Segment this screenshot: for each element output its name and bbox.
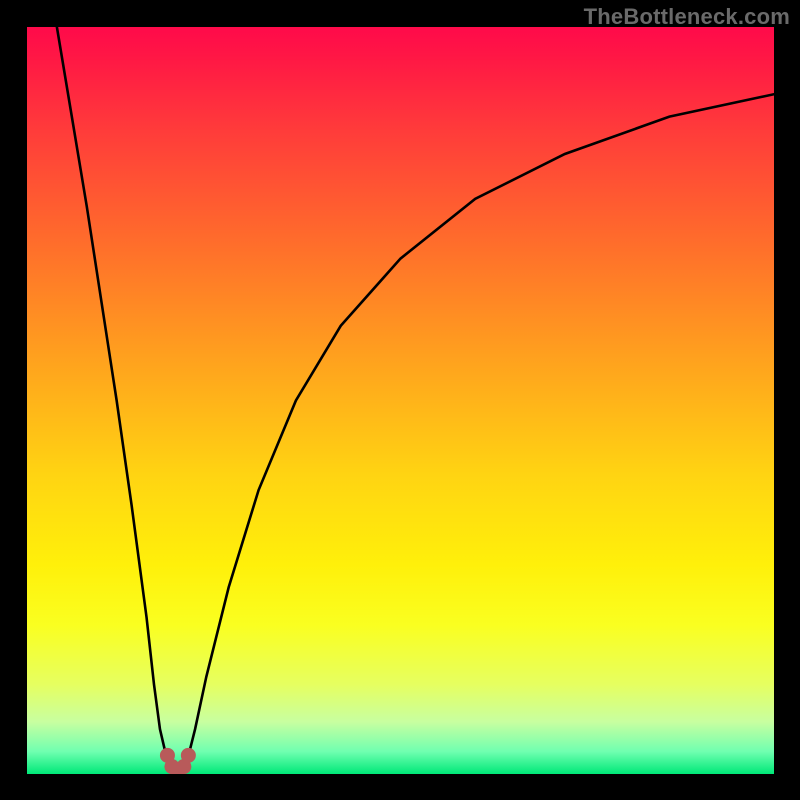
curve-layer bbox=[27, 27, 774, 774]
right-curve bbox=[184, 94, 774, 770]
left-curve bbox=[57, 27, 171, 770]
valley-dots bbox=[160, 748, 196, 774]
plot-area bbox=[27, 27, 774, 774]
outer-frame: TheBottleneck.com bbox=[0, 0, 800, 800]
valley-marker bbox=[181, 748, 196, 763]
